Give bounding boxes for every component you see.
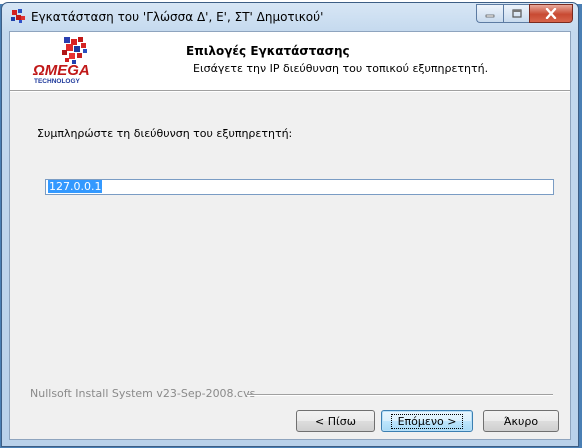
server-ip-input[interactable]: 127.0.0.1	[45, 179, 554, 195]
footer-divider	[247, 394, 553, 396]
maximize-button[interactable]	[503, 4, 529, 23]
next-button[interactable]: Επόμενο >	[381, 410, 473, 432]
back-button-label: < Πίσω	[315, 414, 356, 428]
back-button[interactable]: < Πίσω	[296, 410, 375, 432]
minimize-button[interactable]	[476, 4, 503, 23]
header-divider	[10, 90, 570, 92]
close-button[interactable]	[529, 4, 573, 23]
title-bar[interactable]: Εγκατάσταση του 'Γλώσσα Δ', Ε', ΣΤ' Δημο…	[2, 3, 578, 31]
window-title: Εγκατάσταση του 'Γλώσσα Δ', Ε', ΣΤ' Δημο…	[31, 10, 324, 24]
next-button-label: Επόμενο >	[390, 413, 464, 429]
svg-text:ΩMEGA: ΩMEGA	[32, 62, 90, 79]
header-panel: ΩMEGA TECHNOLOGY Επιλογές Εγκατάστασης Ε…	[10, 32, 570, 90]
minimize-icon	[485, 14, 495, 17]
omega-technology-logo: ΩMEGA TECHNOLOGY	[32, 37, 90, 85]
page-title: Επιλογές Εγκατάστασης	[186, 44, 350, 58]
dialog-client-area: ΩMEGA TECHNOLOGY Επιλογές Εγκατάστασης Ε…	[9, 31, 571, 440]
server-address-label: Συμπληρώστε τη διεύθυνση του εξυπηρετητή…	[37, 127, 293, 140]
maximize-icon	[511, 9, 522, 18]
page-subtitle: Εισάγετε την IP διεύθυνση του τοπικού εξ…	[193, 62, 489, 75]
installer-window: Εγκατάσταση του 'Γλώσσα Δ', Ε', ΣΤ' Δημο…	[1, 2, 579, 447]
cancel-button-label: Άκυρο	[503, 414, 539, 428]
cancel-button[interactable]: Άκυρο	[483, 410, 559, 432]
caption-buttons	[476, 4, 573, 23]
ip-value-selected: 127.0.0.1	[48, 180, 103, 193]
nsis-branding: Nullsoft Install System v23-Sep-2008.cvs	[30, 387, 256, 400]
close-icon	[545, 8, 557, 19]
svg-text:TECHNOLOGY: TECHNOLOGY	[34, 78, 81, 85]
app-icon	[11, 9, 25, 23]
